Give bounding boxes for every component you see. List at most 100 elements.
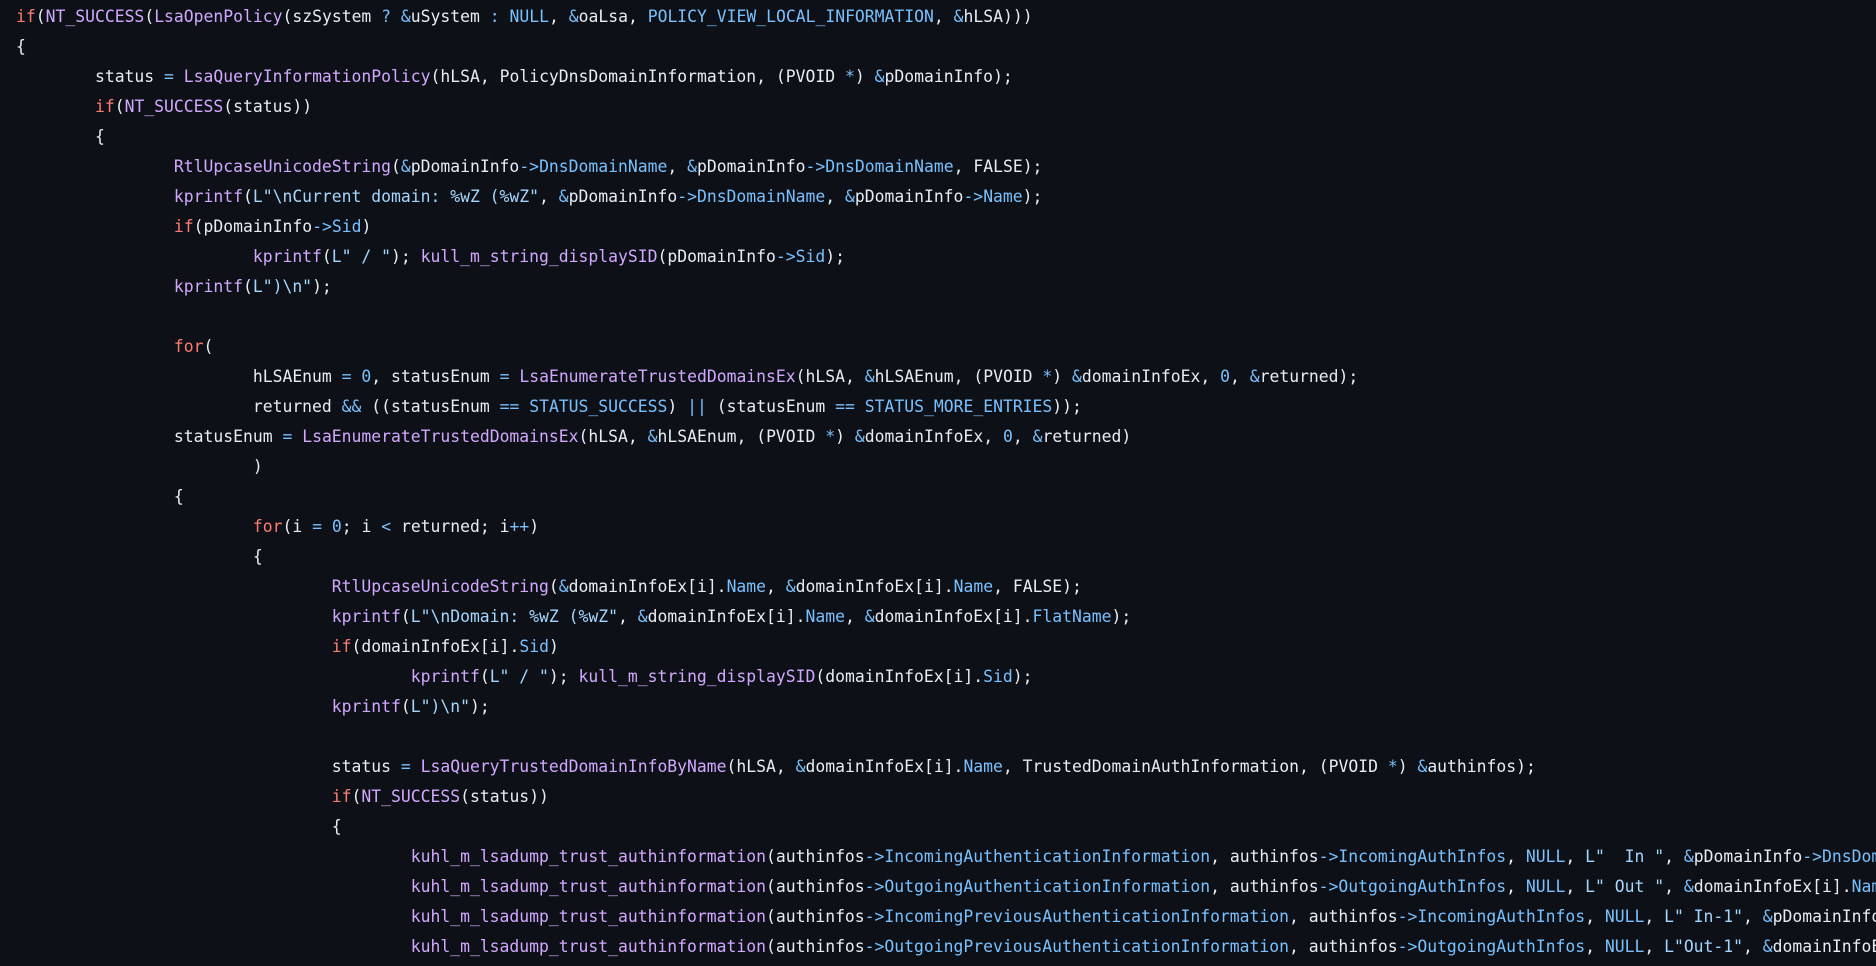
- punctuation: ,: [1585, 937, 1605, 956]
- punctuation: ,: [1210, 877, 1230, 896]
- operator: ->: [312, 217, 332, 236]
- operator: ?: [381, 7, 392, 26]
- constant: OutgoingAuthenticationInformation: [884, 877, 1211, 896]
- function-name: kprintf: [331, 697, 401, 716]
- identifier: TrustedDomainAuthInformation: [1022, 757, 1299, 776]
- identifier: authinfos: [1229, 877, 1319, 896]
- operator: ->: [1397, 907, 1418, 926]
- operator: &: [558, 187, 569, 206]
- indentation: [16, 877, 411, 896]
- keyword: if: [94, 97, 115, 116]
- identifier: hLSA: [440, 67, 480, 86]
- punctuation: ,: [1644, 907, 1665, 926]
- punctuation: );: [993, 67, 1013, 86]
- operator: &: [845, 187, 855, 206]
- punctuation: (: [815, 667, 826, 686]
- code-line: {: [16, 32, 1876, 62]
- indentation: [16, 667, 411, 686]
- punctuation: ))): [1002, 7, 1033, 26]
- operator: &: [400, 7, 411, 26]
- punctuation: ): [854, 67, 875, 86]
- punctuation: [: [479, 637, 490, 656]
- operator: =: [341, 367, 352, 386]
- identifier: i: [1002, 607, 1013, 626]
- punctuation: ,: [548, 7, 569, 26]
- identifier: domainInfoEx: [864, 427, 984, 446]
- identifier: pDomainInfo: [410, 157, 520, 176]
- operator: ||: [687, 397, 707, 416]
- operator: *: [1387, 757, 1398, 776]
- punctuation: ,: [539, 187, 559, 206]
- identifier: [292, 427, 302, 446]
- code-line: if(pDomainInfo->Sid): [16, 212, 1876, 242]
- code-line: status = LsaQueryTrustedDomainInfoByName…: [16, 752, 1876, 782]
- identifier: PVOID: [785, 67, 845, 86]
- punctuation: (: [479, 667, 490, 686]
- punctuation: (: [400, 607, 411, 626]
- operator: ->: [864, 847, 885, 866]
- punctuation: ].: [1831, 877, 1852, 896]
- punctuation: ,: [845, 607, 865, 626]
- operator: =: [164, 67, 174, 86]
- code-line: kuhl_m_lsadump_trust_authinformation(aut…: [16, 872, 1876, 902]
- constant: STATUS_SUCCESS: [529, 397, 668, 416]
- constant: NULL: [1525, 877, 1566, 896]
- function-name: RtlUpcaseUnicodeString: [173, 157, 391, 176]
- code-editor[interactable]: if(NT_SUCCESS(LsaOpenPolicy(szSystem ? &…: [0, 0, 1876, 966]
- punctuation: [: [687, 577, 697, 596]
- identifier: authinfos: [775, 877, 865, 896]
- string-literal: L"\nCurrent domain: %wZ (%wZ": [252, 187, 540, 206]
- identifier: returned: [391, 517, 480, 536]
- punctuation: ,: [766, 577, 786, 596]
- identifier: statusEnum: [173, 427, 283, 446]
- code-line: if(NT_SUCCESS(status)): [16, 92, 1876, 122]
- operator: &: [637, 607, 648, 626]
- code-line: status = LsaQueryInformationPolicy(hLSA,…: [16, 62, 1876, 92]
- indentation: [16, 337, 174, 356]
- code-block[interactable]: if(NT_SUCCESS(LsaOpenPolicy(szSystem ? &…: [16, 2, 1876, 962]
- punctuation: ].: [963, 667, 984, 686]
- identifier: [855, 397, 865, 416]
- operator: *: [825, 427, 836, 446]
- punctuation: (: [765, 937, 776, 956]
- code-line: kprintf(L"\nCurrent domain: %wZ (%wZ", &…: [16, 182, 1876, 212]
- indentation: [16, 67, 95, 86]
- identifier: hLSA: [963, 7, 1003, 26]
- punctuation: [: [943, 667, 954, 686]
- operator: &: [1683, 877, 1694, 896]
- punctuation: (: [351, 637, 362, 656]
- punctuation: );: [1062, 577, 1082, 596]
- code-line: RtlUpcaseUnicodeString(&domainInfoEx[i].…: [16, 572, 1876, 602]
- operator: ->: [805, 157, 826, 176]
- string-literal: L" In ": [1585, 847, 1665, 866]
- punctuation: ,: [1565, 877, 1586, 896]
- operator: &: [647, 427, 658, 446]
- constant: POLICY_VIEW_LOCAL_INFORMATION: [647, 7, 934, 26]
- identifier: i: [923, 577, 934, 596]
- identifier: authinfos: [1229, 847, 1319, 866]
- operator: &&: [341, 397, 362, 416]
- punctuation: ): [1397, 757, 1418, 776]
- indentation: [16, 907, 411, 926]
- punctuation: (: [400, 697, 411, 716]
- operator: ->: [864, 937, 885, 956]
- constant: Name: [726, 577, 767, 596]
- identifier: statusEnum: [391, 397, 500, 416]
- number-literal: 0: [331, 517, 342, 536]
- constant: FlatName: [1032, 607, 1112, 626]
- identifier: i: [489, 637, 500, 656]
- punctuation: (: [765, 847, 776, 866]
- code-line: {: [16, 482, 1876, 512]
- punctuation: ,: [1289, 907, 1309, 926]
- keyword: for: [173, 337, 204, 356]
- punctuation: (: [282, 517, 293, 536]
- function-name: kull_m_string_displaySID: [420, 247, 658, 266]
- operator: *: [1042, 367, 1053, 386]
- punctuation: (: [765, 877, 776, 896]
- punctuation: ): [252, 457, 263, 476]
- punctuation: ): [835, 427, 855, 446]
- function-name: kprintf: [410, 667, 480, 686]
- operator: &: [1032, 427, 1043, 446]
- operator: &: [1762, 937, 1773, 956]
- function-name: NT_SUCCESS: [361, 787, 461, 806]
